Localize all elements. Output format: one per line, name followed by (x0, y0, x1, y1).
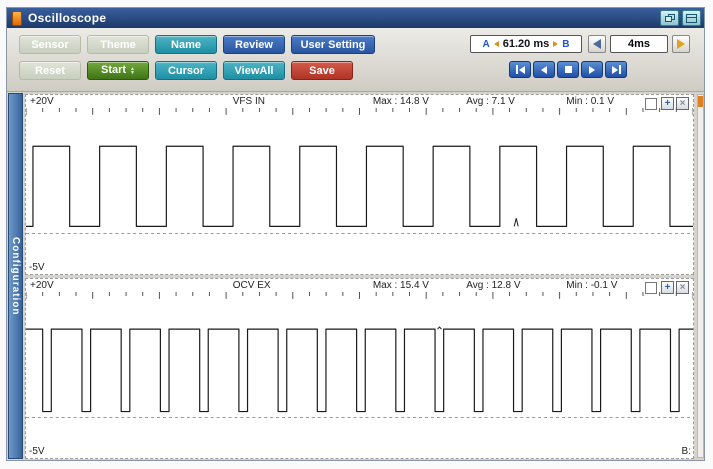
voltage-top-label: +20V (30, 96, 54, 107)
vertical-scrollbar[interactable] (697, 94, 704, 458)
oscilloscope-window: Oscilloscope Sensor Theme Name Review Us… (6, 7, 705, 461)
skip-end-icon (611, 65, 618, 74)
configuration-tab[interactable]: Configuration (8, 93, 23, 459)
step-back-button[interactable] (533, 61, 555, 78)
stop-icon (564, 66, 572, 73)
toolbar: Sensor Theme Name Review User Setting Re… (7, 28, 704, 92)
waveform-ocv-ex (26, 292, 693, 418)
timebase-increase-button[interactable] (672, 35, 690, 53)
restore-icon (665, 14, 675, 22)
voltage-bottom-label: -5V (29, 446, 45, 457)
maximize-window-button[interactable] (682, 10, 701, 26)
play-icon (589, 65, 595, 74)
start-button[interactable]: Start ▲ ▼ (87, 61, 149, 80)
channel-panel-vfs-in: +20V VFS IN Max : 14.8 V Avg : 7.1 V Min… (25, 94, 694, 275)
channel-name: OCV EX (232, 280, 271, 291)
transport-controls (509, 61, 627, 78)
channel-max: Max : 14.8 V (372, 96, 429, 107)
voltage-top-label: +20V (30, 280, 54, 291)
cursor-b-corner-label: B: (681, 446, 691, 457)
title-bar: Oscilloscope (7, 8, 704, 28)
channel-avg: Avg : 7.1 V (466, 96, 515, 107)
ab-time-value: 61.20 ms (502, 38, 550, 50)
timebase-decrease-button[interactable] (588, 35, 606, 53)
viewall-button[interactable]: ViewAll (223, 61, 285, 80)
cursor-button[interactable]: Cursor (155, 61, 217, 80)
name-button[interactable]: Name (155, 35, 217, 54)
channel-name: VFS IN (232, 96, 265, 107)
sensor-button[interactable]: Sensor (19, 35, 81, 54)
channel-avg: Avg : 12.8 V (466, 280, 521, 291)
restore-window-button[interactable] (660, 10, 679, 26)
channel-min: Min : 0.1 V (566, 96, 615, 107)
theme-button[interactable]: Theme (87, 35, 149, 54)
user-setting-button[interactable]: User Setting (291, 35, 375, 54)
cursor-b-label: B (562, 38, 570, 50)
window-title: Oscilloscope (28, 11, 107, 25)
app-icon (12, 10, 22, 26)
ab-time-readout[interactable]: A 61.20 ms B (470, 35, 582, 53)
scrollbar-thumb-cursor-b[interactable] (698, 96, 703, 107)
save-button[interactable]: Save (291, 61, 353, 80)
waveform-vfs-in (26, 108, 693, 234)
chart-area: +20V VFS IN Max : 14.8 V Avg : 7.1 V Min… (24, 92, 704, 460)
channel-min: Min : -0.1 V (566, 280, 618, 291)
start-button-label: Start (100, 64, 127, 76)
cursor-a-arrow-icon (493, 41, 499, 47)
channel-panel-ocv-ex: +20V OCV EX Max : 15.4 V Avg : 12.8 V Mi… (25, 278, 694, 459)
skip-start-button[interactable] (509, 61, 531, 78)
timebase-value[interactable]: 4ms (610, 35, 668, 53)
maximize-icon (686, 13, 697, 23)
reset-button[interactable]: Reset (19, 61, 81, 80)
start-stepper-icon: ▲ ▼ (130, 65, 135, 76)
stop-button[interactable] (557, 61, 579, 78)
left-arrow-icon (593, 39, 601, 49)
cursor-b-arrow-icon (553, 41, 559, 47)
right-arrow-icon (677, 39, 685, 49)
channel-max: Max : 15.4 V (372, 280, 429, 291)
skip-end-button[interactable] (605, 61, 627, 78)
skip-start-icon (515, 65, 518, 74)
main-content: Configuration +20V VFS IN Max : 14.8 V A… (7, 92, 704, 460)
cursor-a-label: A (482, 38, 490, 50)
voltage-bottom-label: -5V (29, 262, 45, 273)
play-button[interactable] (581, 61, 603, 78)
step-back-icon (541, 65, 547, 74)
review-button[interactable]: Review (223, 35, 285, 54)
